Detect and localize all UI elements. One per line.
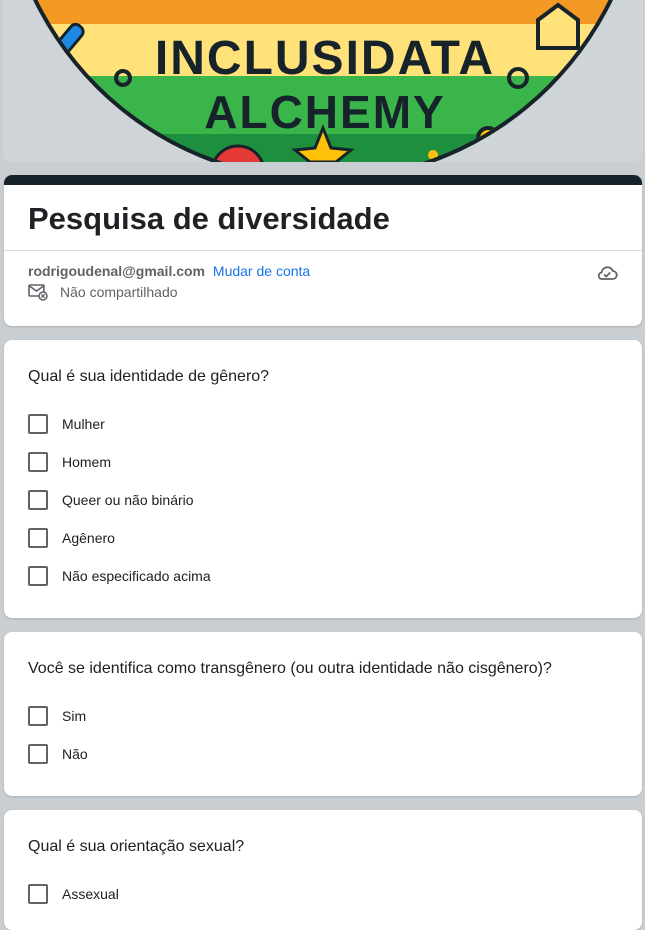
option-homem[interactable]: Homem (4, 443, 642, 481)
option-label: Assexual (62, 886, 119, 902)
option-label: Agênero (62, 530, 115, 546)
banner-logo-line1: INCLUSIDATA (155, 32, 495, 85)
checkbox[interactable] (28, 414, 48, 434)
switch-account-link[interactable]: Mudar de conta (213, 263, 310, 279)
option-nao[interactable]: Não (4, 735, 642, 773)
question-title: Qual é sua orientação sexual? (28, 838, 245, 855)
not-shared-row: Não compartilhado (4, 281, 642, 301)
option-sim[interactable]: Sim (4, 697, 642, 735)
question-card-gender: Qual é sua identidade de gênero? Mulher … (4, 340, 642, 618)
option-label: Homem (62, 454, 112, 470)
checkbox[interactable] (28, 706, 48, 726)
banner-logo-line2: ALCHEMY (204, 86, 445, 138)
option-agenero[interactable]: Agênero (4, 519, 642, 557)
banner-image: INCLUSIDATA ALCHEMY (3, 0, 643, 162)
cloud-saved-icon (596, 265, 618, 284)
option-label: Mulher (62, 416, 105, 432)
form-title: Pesquisa de diversidade (28, 201, 390, 236)
checkbox[interactable] (28, 528, 48, 548)
option-label: Não especificado acima (62, 568, 211, 584)
checkbox[interactable] (28, 490, 48, 510)
option-label: Não (62, 746, 88, 762)
option-label: Sim (62, 708, 87, 724)
checkbox[interactable] (28, 566, 48, 586)
question-card-orientation: Qual é sua orientação sexual? Assexual (4, 810, 642, 930)
accent-bar (4, 175, 642, 185)
account-email: rodrigoudenal@gmail.com (28, 263, 206, 279)
question-title: Você se identifica como transgênero (ou … (28, 660, 552, 677)
option-label: Queer ou não binário (62, 492, 194, 508)
question-title: Qual é sua identidade de gênero? (28, 368, 270, 385)
option-assexual[interactable]: Assexual (4, 875, 642, 913)
option-mulher[interactable]: Mulher (4, 405, 642, 443)
account-row: rodrigoudenal@gmail.com Mudar de conta (4, 251, 642, 281)
option-queer[interactable]: Queer ou não binário (4, 481, 642, 519)
checkbox[interactable] (28, 744, 48, 764)
header-banner: INCLUSIDATA ALCHEMY (3, 0, 643, 162)
form-header-card: Pesquisa de diversidade rodrigoudenal@gm… (4, 175, 642, 326)
mail-not-shared-icon (28, 283, 48, 301)
checkbox[interactable] (28, 452, 48, 472)
option-nao-especificado[interactable]: Não especificado acima (4, 557, 642, 595)
question-card-transgender: Você se identifica como transgênero (ou … (4, 632, 642, 796)
checkbox[interactable] (28, 884, 48, 904)
not-shared-text: Não compartilhado (60, 284, 178, 300)
